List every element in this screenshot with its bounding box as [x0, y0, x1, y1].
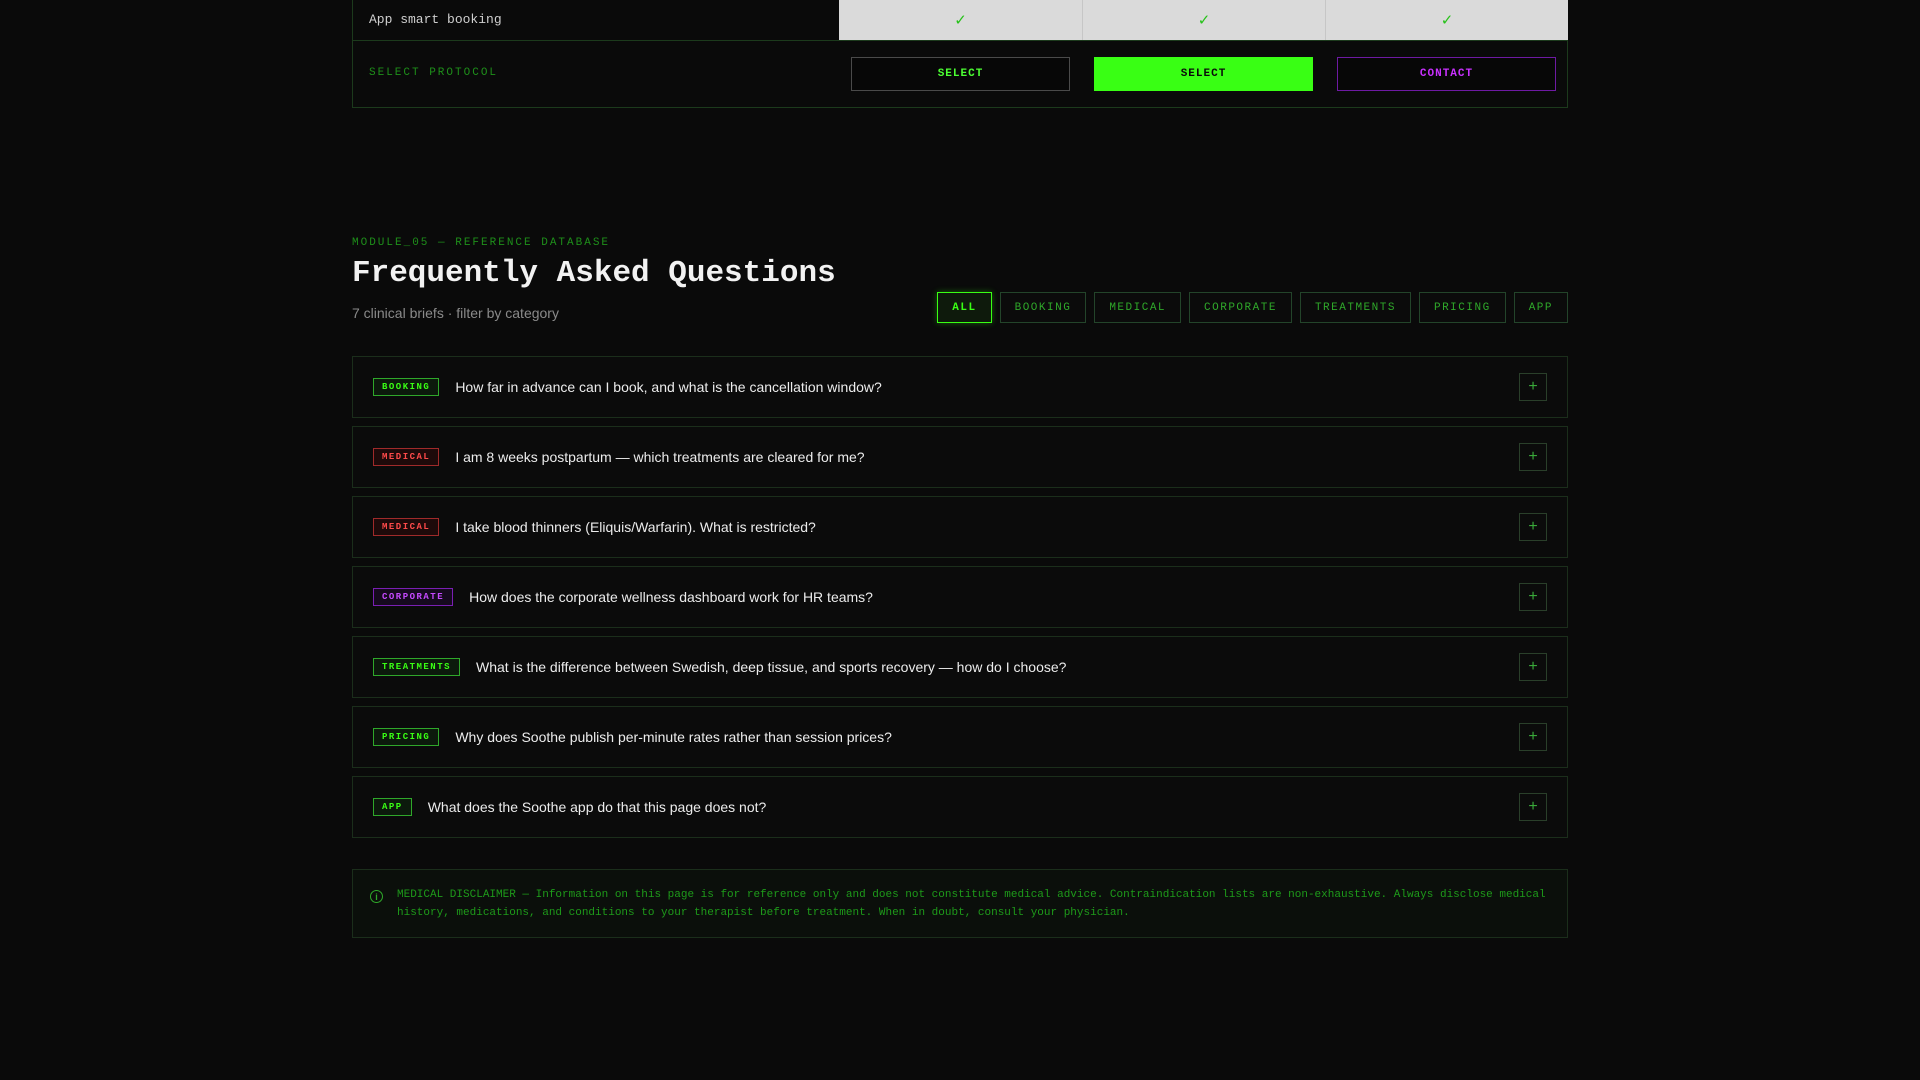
- check-icon: ✓: [1440, 12, 1454, 29]
- expand-icon[interactable]: +: [1519, 793, 1547, 821]
- category-tag: BOOKING: [373, 378, 440, 396]
- filter-medical[interactable]: MEDICAL: [1094, 292, 1182, 323]
- info-icon: i: [370, 890, 383, 903]
- category-tag: TREATMENTS: [373, 658, 461, 676]
- expand-icon[interactable]: +: [1519, 653, 1547, 681]
- check-icon: ✓: [1197, 12, 1211, 29]
- check-icon: ✓: [954, 12, 967, 29]
- faq-question: I am 8 weeks postpartum — which treatmen…: [455, 449, 865, 465]
- comparison-row-app-booking: App smart booking ✓ ✓ ✓: [353, 0, 1568, 41]
- filter-app[interactable]: APP: [1513, 292, 1568, 323]
- faq-question: I take blood thinners (Eliquis/Warfarin)…: [455, 519, 816, 535]
- filter-all[interactable]: ALL: [937, 292, 992, 323]
- faq-item[interactable]: APP What does the Soothe app do that thi…: [352, 776, 1568, 838]
- select-protocol-label: SELECT PROTOCOL: [369, 67, 499, 79]
- faq-item[interactable]: PRICING Why does Soothe publish per-minu…: [352, 706, 1568, 768]
- comparison-cell-tier-1: ✓: [839, 0, 1082, 40]
- pricing-comparison-table: App smart booking ✓ ✓ ✓ SELECT PROTOCOL …: [352, 0, 1568, 108]
- category-tag: MEDICAL: [373, 518, 440, 536]
- category-tag: PRICING: [373, 728, 440, 746]
- faq-item[interactable]: CORPORATE How does the corporate wellnes…: [352, 566, 1568, 628]
- filter-booking[interactable]: BOOKING: [999, 292, 1087, 323]
- category-filter-bar: ALL BOOKING MEDICAL CORPORATE TREATMENTS…: [937, 292, 1568, 323]
- faq-item[interactable]: MEDICAL I am 8 weeks postpartum — which …: [352, 426, 1568, 488]
- comparison-row-label: App smart booking: [369, 12, 502, 27]
- disclaimer-text: MEDICAL DISCLAIMER — Information on this…: [397, 889, 1546, 919]
- filter-treatments[interactable]: TREATMENTS: [1299, 292, 1411, 323]
- expand-icon[interactable]: +: [1519, 513, 1547, 541]
- expand-icon[interactable]: +: [1519, 443, 1547, 471]
- faq-subtitle: 7 clinical briefs · filter by category: [352, 305, 559, 321]
- comparison-cell-tier-3: ✓: [1325, 0, 1568, 40]
- expand-icon[interactable]: +: [1519, 723, 1547, 751]
- comparison-row-protocol: SELECT PROTOCOL SELECT SELECT CONTACT: [353, 41, 1567, 107]
- select-tier-2-button[interactable]: SELECT: [1094, 57, 1313, 91]
- faq-question: How far in advance can I book, and what …: [455, 379, 882, 395]
- category-tag: MEDICAL: [373, 448, 440, 466]
- filter-pricing[interactable]: PRICING: [1418, 292, 1506, 323]
- faq-item[interactable]: MEDICAL I take blood thinners (Eliquis/W…: [352, 496, 1568, 558]
- category-tag: APP: [373, 798, 412, 816]
- expand-icon[interactable]: +: [1519, 373, 1547, 401]
- faq-item[interactable]: TREATMENTS What is the difference betwee…: [352, 636, 1568, 698]
- faq-question: What is the difference between Swedish, …: [476, 659, 1067, 675]
- comparison-cell-tier-2: ✓: [1082, 0, 1325, 40]
- select-tier-1-button[interactable]: SELECT: [851, 57, 1070, 91]
- contact-button[interactable]: CONTACT: [1337, 57, 1556, 91]
- expand-icon[interactable]: +: [1519, 583, 1547, 611]
- faq-question: What does the Soothe app do that this pa…: [427, 799, 767, 815]
- faq-item[interactable]: BOOKING How far in advance can I book, a…: [352, 356, 1568, 418]
- module-label: MODULE_05 — REFERENCE DATABASE: [352, 237, 611, 249]
- filter-corporate[interactable]: CORPORATE: [1189, 292, 1292, 323]
- medical-disclaimer: i MEDICAL DISCLAIMER — Information on th…: [352, 869, 1568, 938]
- faq-question: How does the corporate wellness dashboar…: [469, 589, 873, 605]
- faq-question: Why does Soothe publish per-minute rates…: [455, 729, 892, 745]
- page-title: Frequently Asked Questions: [352, 256, 836, 291]
- category-tag: CORPORATE: [373, 588, 454, 606]
